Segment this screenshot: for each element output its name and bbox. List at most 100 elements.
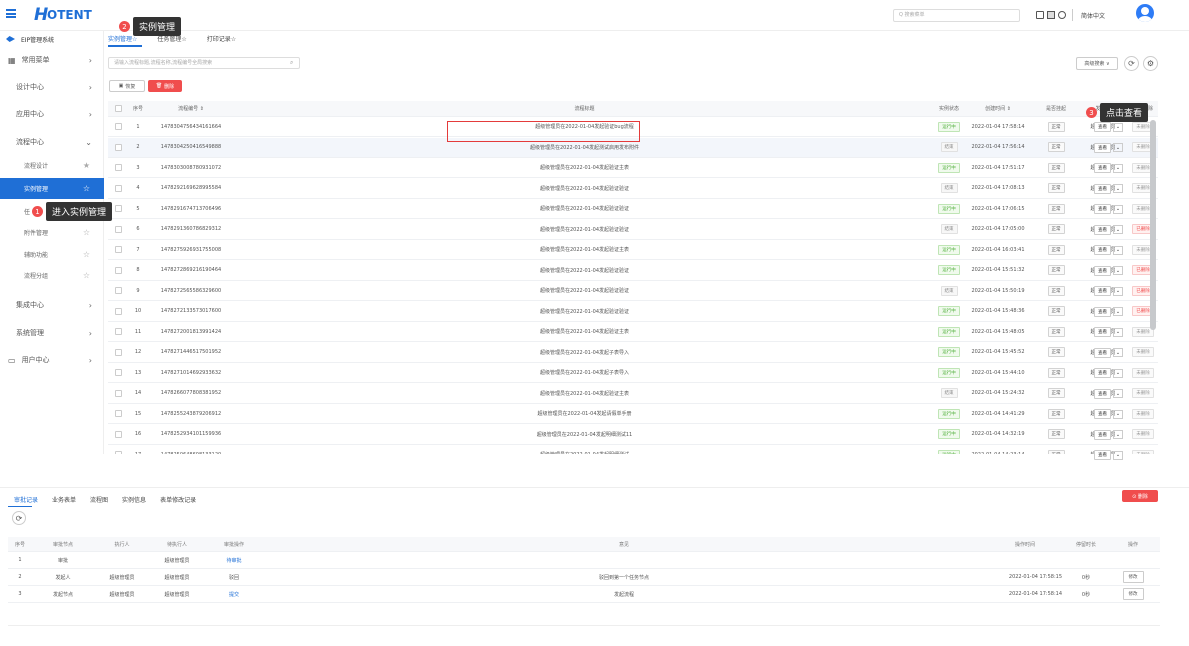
sidebar-sub-group[interactable]: 流程分组 ☆ [0, 265, 104, 286]
view-button[interactable]: 查看 [1094, 409, 1111, 419]
star-icon[interactable]: ☆ [83, 250, 90, 259]
menu-search-input[interactable]: Q 搜索菜单 [893, 9, 1020, 22]
sidebar-item-common[interactable]: ▦ 常用菜单 › [0, 47, 104, 73]
language-switch[interactable]: 简体中文 [1081, 11, 1105, 20]
sidebar-item-design[interactable]: 设计中心 › [0, 74, 104, 100]
refresh-button[interactable]: ⟳ [12, 511, 26, 525]
sidebar-item-system[interactable]: 系统管理 › [0, 320, 104, 346]
star-icon[interactable]: ★ [83, 161, 90, 170]
chevron-down-icon[interactable]: ⌄ [1113, 389, 1123, 398]
row-checkbox[interactable] [114, 225, 122, 233]
edit-button[interactable]: 修改 [1122, 571, 1144, 583]
column-header[interactable]: 流程编号 ⇕ [148, 101, 234, 116]
row-checkbox[interactable] [114, 307, 122, 315]
table-row[interactable]: 8 1478272869216190464 超级管理员在2022-01-04发起验证… [108, 261, 1158, 281]
chevron-down-icon[interactable]: ⌄ [1113, 327, 1123, 337]
chevron-down-icon[interactable]: ⌄ [1113, 430, 1123, 439]
chevron-down-icon[interactable]: ⌄ [1113, 245, 1123, 255]
row-checkbox[interactable] [114, 123, 122, 130]
chevron-down-icon[interactable]: ⌄ [1113, 450, 1123, 460]
menu-icon[interactable] [6, 9, 16, 18]
view-button[interactable]: 查看 [1094, 368, 1111, 378]
row-checkbox[interactable] [114, 328, 122, 335]
table-row[interactable]: 12 1478271446517501952 超级管理员在2022-01-04发起子… [108, 343, 1158, 363]
chevron-down-icon[interactable]: ⌄ [1113, 184, 1123, 193]
avatar[interactable] [1136, 4, 1154, 22]
view-button[interactable]: 查看 [1094, 347, 1111, 358]
chevron-down-icon[interactable]: ⌄ [1113, 163, 1123, 173]
table-row[interactable]: 171478250648608133120超级管理员在2022-01-04发起明… [108, 445, 1158, 454]
row-checkbox[interactable] [114, 266, 122, 274]
row-checkbox[interactable] [114, 410, 122, 417]
view-button[interactable]: 查看 [1094, 163, 1111, 173]
tab-business-form[interactable]: 业务表单 [52, 495, 76, 504]
approval-op[interactable]: 待审批 [204, 552, 264, 568]
row-checkbox[interactable] [114, 287, 122, 294]
search-icon[interactable]: ⌕ [290, 59, 293, 67]
chevron-down-icon[interactable]: ⌄ [1113, 307, 1123, 316]
row-checkbox[interactable] [114, 205, 122, 212]
message-icon[interactable] [1036, 11, 1044, 19]
view-button[interactable]: 查看 [1094, 327, 1111, 337]
row-checkbox[interactable] [114, 184, 122, 192]
view-button[interactable]: 查看 [1094, 450, 1111, 460]
sidebar-sub-design[interactable]: 流程设计 ★ [0, 155, 104, 176]
fullscreen-icon[interactable] [1047, 11, 1055, 19]
sidebar-sub-aux[interactable]: 辅助功能 ☆ [0, 244, 104, 265]
sidebar-item-process[interactable]: 流程中心 ⌄ [0, 129, 104, 155]
row-checkbox[interactable] [114, 430, 122, 438]
approval-op[interactable]: 提交 [204, 586, 264, 602]
view-button[interactable]: 查看 [1094, 245, 1111, 255]
table-row[interactable]: 3 1478303008780931072 超级管理员在2022-01-04发起验证… [108, 158, 1158, 178]
delete-button[interactable]: 🗑 删除 [148, 80, 182, 92]
view-button[interactable]: 查看 [1094, 204, 1111, 214]
row-checkbox[interactable] [114, 143, 122, 151]
advanced-search-button[interactable]: 高级搜索 ∨ [1076, 57, 1118, 70]
sidebar-item-user[interactable]: ▭ 用户中心 › [0, 347, 104, 373]
chevron-down-icon[interactable]: ⌄ [1113, 122, 1123, 132]
tab-approval-record[interactable]: 审批记录 [14, 495, 38, 504]
edit-button[interactable]: 修改 [1122, 588, 1144, 600]
table-row[interactable]: 13 1478271014692933632 超级管理员在2022-01-04发起子… [108, 363, 1158, 383]
view-button[interactable]: 查看 [1094, 183, 1111, 194]
table-row[interactable]: 11 1478272001813991424 超级管理员在2022-01-04发起验… [108, 322, 1158, 342]
chevron-down-icon[interactable]: ⌄ [1113, 286, 1123, 296]
row-checkbox[interactable] [114, 348, 122, 356]
view-button[interactable]: 查看 [1094, 388, 1111, 399]
sidebar-sub-instance[interactable]: 实例管理 ☆ [0, 178, 104, 199]
settings-button[interactable]: ⚙ [1143, 56, 1158, 71]
table-row[interactable]: 5 1478291674713706496 超级管理员在2022-01-04发起验证… [108, 199, 1158, 219]
view-button[interactable]: 查看 [1094, 306, 1111, 317]
view-button[interactable]: 查看 [1094, 286, 1111, 296]
chevron-down-icon[interactable]: ⌄ [1113, 204, 1123, 214]
sidebar-sub-attachment[interactable]: 附件管理 ☆ [0, 222, 104, 243]
chevron-down-icon[interactable]: ⌄ [1113, 348, 1123, 357]
table-row[interactable]: 7 1478275926931755008 超级管理员在2022-01-04发起验证… [108, 240, 1158, 260]
table-row[interactable]: 9 1478272565586329600 超级管理员在2022-01-04发起验证… [108, 281, 1158, 301]
row-checkbox[interactable] [114, 369, 122, 376]
table-row[interactable]: 4 1478292169628995584 超级管理员在2022-01-04发起验证… [108, 179, 1158, 199]
instance-search-input[interactable]: 请输入流程标题,流程名称,流程编号全局搜索 [108, 57, 300, 69]
refresh-button[interactable]: ⟳ [1124, 56, 1139, 71]
view-button[interactable]: 查看 [1094, 122, 1111, 132]
table-row[interactable]: 10 1478272133573017600 超级管理员在2022-01-04发起验… [108, 302, 1158, 322]
view-button[interactable]: 查看 [1094, 142, 1111, 153]
row-checkbox[interactable] [114, 164, 122, 171]
tab-flowchart[interactable]: 流程图 [90, 495, 108, 504]
table-row[interactable]: 6 1478291360786829312 超级管理员在2022-01-04发起验证… [108, 220, 1158, 240]
table-row[interactable]: 14 1478266077808381952 超级管理员在2022-01-04发起验… [108, 384, 1158, 404]
tab-print[interactable]: 打印记录☆ [207, 34, 236, 43]
table-row[interactable]: 16 1478252934101159936 超级管理员在2022-01-04发起明… [108, 425, 1158, 445]
chevron-down-icon[interactable]: ⌄ [1113, 409, 1123, 419]
sidebar-item-app[interactable]: 应用中心 › [0, 101, 104, 127]
tab-form-change[interactable]: 表单修改记录 [160, 495, 196, 504]
row-checkbox[interactable] [114, 246, 122, 253]
tab-instance-info[interactable]: 实例信息 [122, 495, 146, 504]
star-icon[interactable]: ☆ [83, 228, 90, 237]
chevron-down-icon[interactable]: ⌄ [1113, 225, 1123, 234]
sidebar-item-integration[interactable]: 集成中心 › [0, 292, 104, 318]
star-icon[interactable]: ☆ [83, 271, 90, 280]
chevron-down-icon[interactable]: ⌄ [1113, 368, 1123, 378]
table-scrollbar[interactable] [1150, 120, 1156, 330]
select-all-checkbox[interactable] [114, 105, 122, 112]
